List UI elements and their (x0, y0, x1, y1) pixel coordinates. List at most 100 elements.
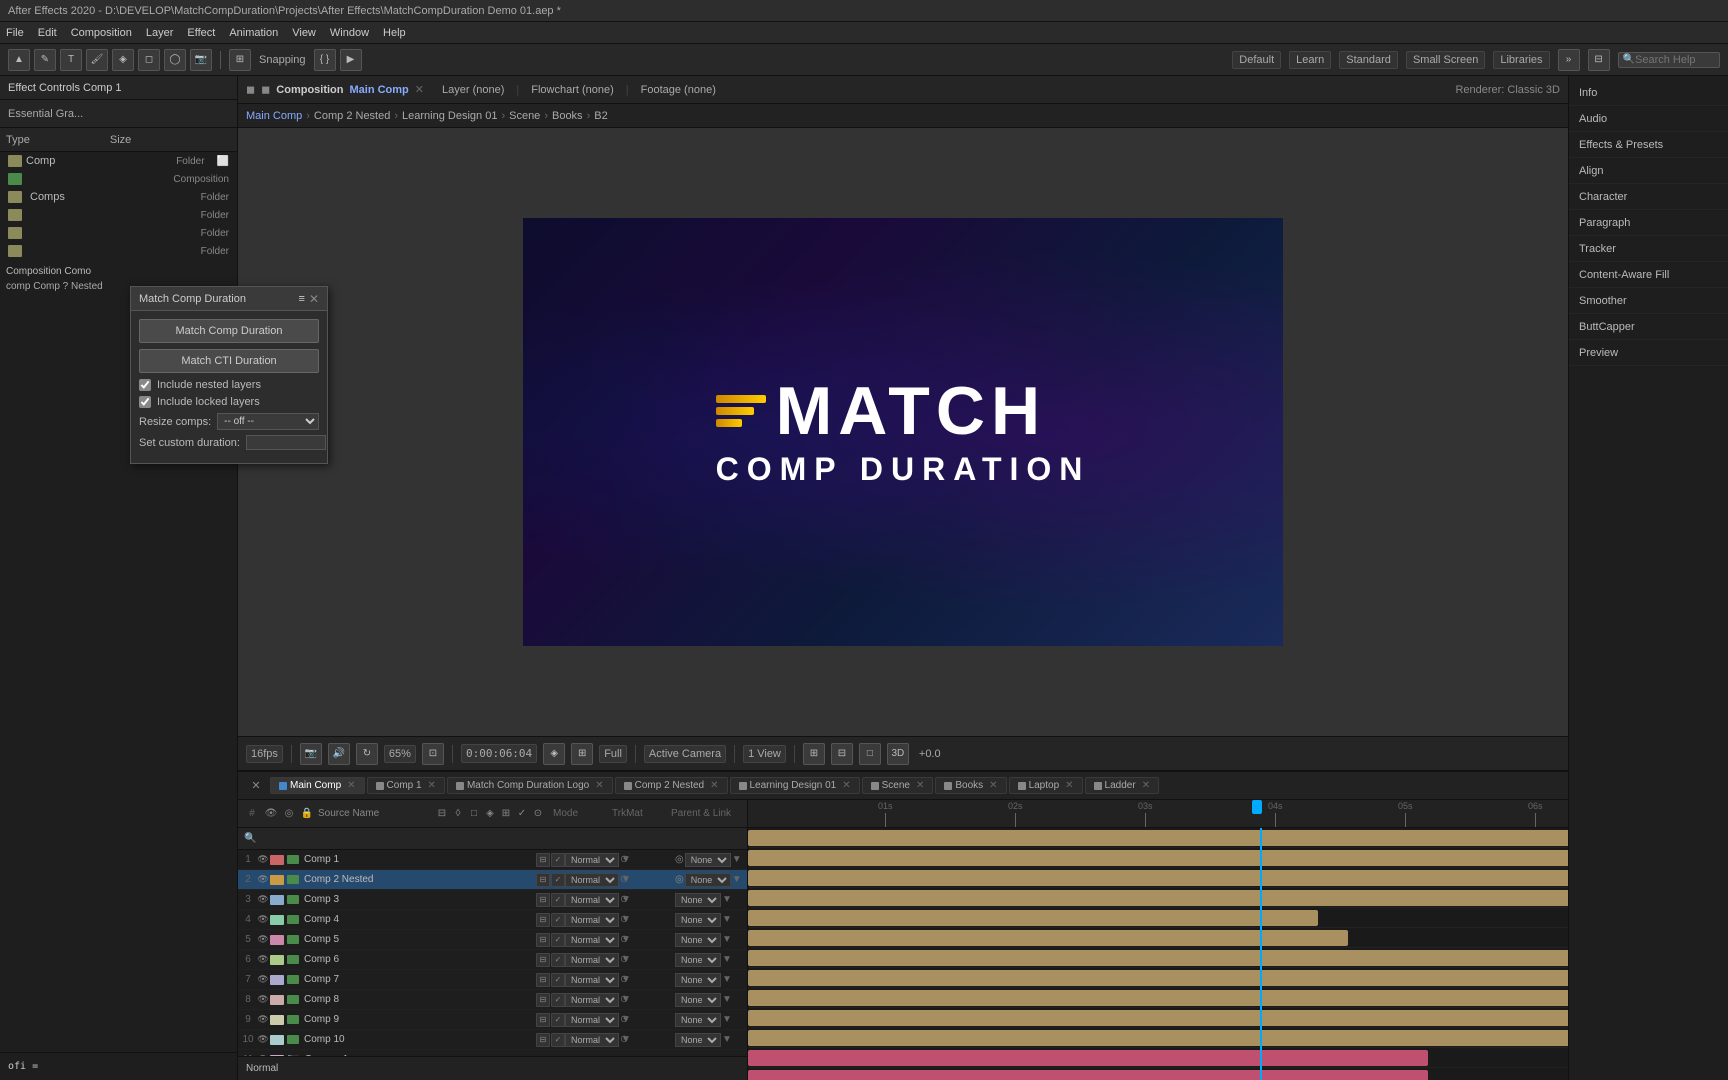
layer-row-6[interactable]: 6 👁 Comp 6 ⊟ ✓ Normal▼ ⊙ None▼ (238, 950, 747, 970)
lp-9[interactable]: ⊟ (536, 1013, 550, 1027)
menu-window[interactable]: Window (330, 27, 369, 39)
lp-shy-3[interactable]: ⊟ (536, 893, 550, 907)
tool-eraser[interactable]: ◻ (138, 49, 160, 71)
project-item-comps[interactable]: Comps Folder (0, 188, 237, 206)
tool-expr[interactable]: { } (314, 49, 336, 71)
tl-tab-ladder[interactable]: Ladder ✕ (1085, 777, 1160, 794)
layer-parent-select-3[interactable]: None (675, 893, 721, 907)
lp-10[interactable]: ⊟ (536, 1033, 550, 1047)
lp-c5[interactable]: ✓ (551, 933, 565, 947)
layer-vis-10[interactable]: 👁 (256, 1034, 270, 1045)
panel-content-aware[interactable]: Content-Aware Fill (1569, 262, 1728, 288)
vc-zoom[interactable]: 65% (384, 745, 416, 763)
tl-tab-close-main[interactable]: ✕ (347, 780, 355, 791)
tl-tab-comp2[interactable]: Comp 2 Nested ✕ (615, 777, 728, 794)
tl-tab-close-logo[interactable]: ✕ (595, 780, 603, 791)
vc-quality[interactable]: Full (599, 745, 627, 763)
lp-5[interactable]: ⊟ (536, 933, 550, 947)
lp-shy-2[interactable]: ⊟ (536, 873, 550, 887)
tool-preview[interactable]: ▶ (340, 49, 362, 71)
workspace-default[interactable]: Default (1232, 51, 1281, 69)
include-locked-checkbox[interactable] (139, 396, 151, 408)
panel-align[interactable]: Align (1569, 158, 1728, 184)
layer-row-8[interactable]: 8 👁 Comp 8 ⊟ ✓ Normal▼ ⊙ None▼ (238, 990, 747, 1010)
vc-loop[interactable]: ↻ (356, 743, 378, 765)
layer-vis-4[interactable]: 👁 (256, 914, 270, 925)
project-item-folder2[interactable]: Folder (0, 224, 237, 242)
panel-smoother[interactable]: Smoother (1569, 288, 1728, 314)
menu-layer[interactable]: Layer (146, 27, 174, 39)
tl-tab-close-laptop[interactable]: ✕ (1065, 780, 1073, 791)
workspace-small[interactable]: Small Screen (1406, 51, 1485, 69)
layer-row-3[interactable]: 3 👁 Comp 3 ⊟ ✓ Normal ▼ (238, 890, 747, 910)
project-item-composition[interactable]: Composition (0, 170, 237, 188)
vc-screenshot[interactable]: 📷 (300, 743, 322, 765)
match-comp-duration-btn[interactable]: Match Comp Duration (139, 319, 319, 343)
layer-row-9[interactable]: 9 👁 Comp 9 ⊟ ✓ Normal▼ ⊙ None▼ (238, 1010, 747, 1030)
tl-tab-books[interactable]: Books ✕ (935, 777, 1006, 794)
layer-parent-select-7[interactable]: None (675, 973, 721, 987)
layer-vis-2[interactable]: 👁 (256, 874, 270, 885)
layer-row-5[interactable]: 5 👁 Comp 5 ⊟ ✓ Normal▼ ⊙ None▼ (238, 930, 747, 950)
workspace-options[interactable]: ⊟ (1588, 49, 1610, 71)
panel-info[interactable]: Info (1569, 80, 1728, 106)
layer-parent-select-9[interactable]: None (675, 1013, 721, 1027)
tl-tab-close-2[interactable]: ✕ (710, 780, 718, 791)
panel-buttcapper[interactable]: ButtCapper (1569, 314, 1728, 340)
layer-row-2[interactable]: 2 👁 Comp 2 Nested ⊟ ✓ Normal ▼ (238, 870, 747, 890)
layer-vis-9[interactable]: 👁 (256, 1014, 270, 1025)
lp-cont-1[interactable]: ✓ (551, 853, 565, 867)
workspace-libraries[interactable]: Libraries (1493, 51, 1549, 69)
menu-file[interactable]: File (6, 27, 24, 39)
plugin-menu-icon[interactable]: ≡ (299, 293, 305, 305)
layer-mode-select-2[interactable]: Normal (565, 873, 619, 887)
lp-8[interactable]: ⊟ (536, 993, 550, 1007)
panel-effects-presets[interactable]: Effects & Presets (1569, 132, 1728, 158)
bc-books[interactable]: Books (552, 110, 583, 122)
parent-arrow-3[interactable]: ▼ (722, 894, 732, 905)
vc-zoom-fit[interactable]: ⊡ (422, 743, 444, 765)
lp-cont-2[interactable]: ✓ (551, 873, 565, 887)
parent-arrow-8[interactable]: ▼ (722, 994, 732, 1005)
menu-view[interactable]: View (292, 27, 316, 39)
tool-brush[interactable]: 🖌 (86, 49, 108, 71)
layer-parent-select-5[interactable]: None (675, 933, 721, 947)
vc-show-snapshot[interactable]: ⊞ (571, 743, 593, 765)
layer-row-7[interactable]: 7 👁 Comp 7 ⊟ ✓ Normal▼ ⊙ None▼ (238, 970, 747, 990)
project-item-comp[interactable]: Comp Folder ⬜ (0, 152, 237, 170)
layer-mode-select-3[interactable]: Normal (565, 893, 619, 907)
vc-grid[interactable]: ⊞ (803, 743, 825, 765)
parent-arrow-10[interactable]: ▼ (722, 1034, 732, 1045)
layer-vis-6[interactable]: 👁 (256, 954, 270, 965)
vc-3d[interactable]: 3D (887, 743, 909, 765)
workspace-standard[interactable]: Standard (1339, 51, 1398, 69)
layer-vis-3[interactable]: 👁 (256, 894, 270, 905)
layer-mode-select-6[interactable]: Normal (565, 953, 619, 967)
project-item-folder1[interactable]: Folder (0, 206, 237, 224)
bc-learning[interactable]: Learning Design 01 (402, 110, 497, 122)
resize-select[interactable]: -- off -- (217, 413, 319, 430)
tool-snap[interactable]: ⊞ (229, 49, 251, 71)
timeline-close[interactable]: ✕ (244, 779, 268, 792)
lp-c6[interactable]: ✓ (551, 953, 565, 967)
parent-arrow-2[interactable]: ▼ (732, 874, 742, 885)
layer-vis-7[interactable]: 👁 (256, 974, 270, 985)
panel-character[interactable]: Character (1569, 184, 1728, 210)
project-item-folder3[interactable]: Folder (0, 242, 237, 260)
lp-c8[interactable]: ✓ (551, 993, 565, 1007)
parent-arrow-1[interactable]: ▼ (732, 854, 742, 865)
lp-c7[interactable]: ✓ (551, 973, 565, 987)
bc-comp2[interactable]: Comp 2 Nested (314, 110, 390, 122)
playhead-handle[interactable] (1252, 800, 1262, 814)
panel-paragraph[interactable]: Paragraph (1569, 210, 1728, 236)
tool-camera[interactable]: 📷 (190, 49, 212, 71)
workspace-learn[interactable]: Learn (1289, 51, 1331, 69)
layer-mode-select-1[interactable]: Normal (565, 853, 619, 867)
vc-view[interactable]: 1 View (743, 745, 786, 763)
parent-arrow-9[interactable]: ▼ (722, 1014, 732, 1025)
tl-tab-main-comp[interactable]: Main Comp ✕ (270, 777, 365, 794)
tl-tab-match-logo[interactable]: Match Comp Duration Logo ✕ (447, 777, 613, 794)
layer-parent-select-8[interactable]: None (675, 993, 721, 1007)
layer-parent-select-1[interactable]: None (685, 853, 731, 867)
tool-roto[interactable]: ◯ (164, 49, 186, 71)
